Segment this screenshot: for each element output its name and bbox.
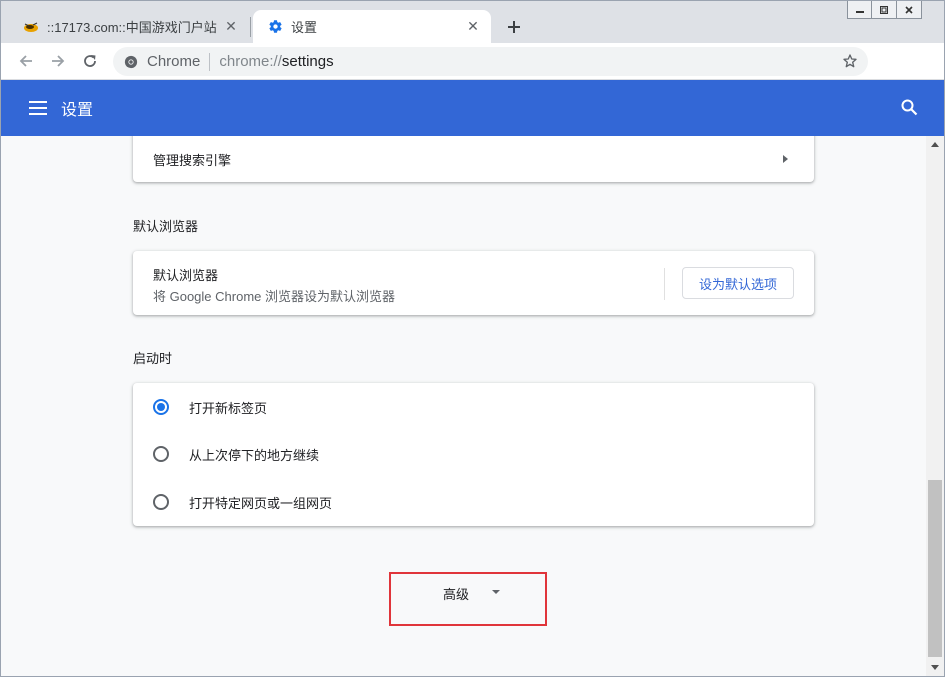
scroll-down-arrow-icon bbox=[931, 665, 939, 670]
tab-title: ::17173.com::中国游戏门户站 bbox=[47, 20, 217, 35]
minimize-icon bbox=[855, 10, 864, 13]
startup-option-continue[interactable]: 从上次停下的地方继续 bbox=[133, 430, 814, 478]
startup-option-specific-pages[interactable]: 打开特定网页或一组网页 bbox=[133, 478, 814, 526]
tab-17173[interactable]: ::17173.com::中国游戏门户站 ✕ bbox=[9, 10, 249, 43]
17173-logo-icon bbox=[23, 19, 39, 35]
chrome-logo-icon bbox=[124, 55, 138, 68]
scroll-down-button[interactable] bbox=[926, 659, 944, 676]
manage-search-engines-row[interactable]: 管理搜索引擎 bbox=[133, 136, 814, 182]
reload-icon bbox=[84, 55, 96, 67]
hamburger-menu-icon[interactable] bbox=[29, 98, 49, 118]
default-browser-label: 默认浏览器 bbox=[153, 268, 219, 283]
plus-icon bbox=[508, 21, 520, 33]
reload-button[interactable] bbox=[76, 47, 104, 75]
restore-button[interactable] bbox=[872, 1, 897, 19]
section-title-on-startup: 启动时 bbox=[133, 351, 173, 366]
forward-button[interactable] bbox=[44, 47, 72, 75]
tab-settings[interactable]: 设置 ✕ bbox=[253, 10, 491, 43]
url-path: settings bbox=[281, 53, 334, 70]
chip-divider bbox=[209, 52, 211, 71]
gear-icon bbox=[267, 19, 283, 35]
scrollbar-thumb[interactable] bbox=[928, 480, 942, 657]
bookmark-star-icon[interactable] bbox=[842, 53, 858, 73]
radio-button[interactable] bbox=[153, 446, 169, 462]
radio-label: 打开新标签页 bbox=[189, 400, 268, 416]
site-chip: Chrome bbox=[147, 53, 201, 70]
window-controls bbox=[847, 1, 922, 19]
arrow-right-icon bbox=[52, 55, 65, 67]
url-scheme: chrome:// bbox=[219, 53, 282, 70]
arrow-left-icon bbox=[19, 55, 32, 67]
caret-down-icon bbox=[492, 590, 500, 594]
radio-button-checked[interactable] bbox=[153, 399, 169, 415]
toolbar: Chrome chrome://settings bbox=[1, 43, 944, 112]
advanced-label: 高级 bbox=[443, 587, 470, 602]
section-title-default-browser: 默认浏览器 bbox=[133, 219, 199, 234]
close-icon bbox=[905, 5, 913, 14]
close-tab-icon[interactable]: ✕ bbox=[463, 17, 483, 37]
radio-label: 打开特定网页或一组网页 bbox=[189, 495, 333, 511]
row-label: 管理搜索引擎 bbox=[153, 152, 232, 168]
browser-window: ::17173.com::中国游戏门户站 ✕ 设置 ✕ Chrome chrom… bbox=[0, 0, 945, 677]
restore-icon bbox=[880, 5, 888, 14]
on-startup-card: 打开新标签页 从上次停下的地方继续 打开特定网页或一组网页 bbox=[133, 383, 814, 526]
page-title: 设置 bbox=[61, 102, 94, 119]
radio-button[interactable] bbox=[153, 494, 169, 510]
advanced-toggle-button[interactable]: 高级 bbox=[389, 572, 547, 626]
scroll-up-arrow-icon bbox=[931, 142, 939, 147]
settings-content: 管理搜索引擎 默认浏览器 默认浏览器 将 Google Chrome 浏览器设为… bbox=[1, 136, 926, 676]
new-tab-button[interactable] bbox=[501, 14, 527, 40]
vertical-scrollbar[interactable] bbox=[926, 136, 944, 676]
radio-label: 从上次停下的地方继续 bbox=[189, 447, 320, 463]
default-browser-card: 默认浏览器 将 Google Chrome 浏览器设为默认浏览器 设为默认选项 bbox=[133, 251, 814, 315]
search-engine-card: 管理搜索引擎 bbox=[133, 136, 814, 182]
tab-separator bbox=[250, 17, 251, 37]
close-window-button[interactable] bbox=[897, 1, 922, 19]
settings-header: 设置 bbox=[1, 80, 944, 136]
make-default-button[interactable]: 设为默认选项 bbox=[682, 267, 794, 299]
tab-strip: ::17173.com::中国游戏门户站 ✕ 设置 ✕ bbox=[1, 1, 944, 43]
back-button[interactable] bbox=[12, 47, 40, 75]
default-browser-description: 将 Google Chrome 浏览器设为默认浏览器 bbox=[153, 289, 395, 304]
search-icon[interactable] bbox=[901, 99, 918, 121]
scroll-up-button[interactable] bbox=[926, 136, 944, 153]
separator bbox=[664, 268, 665, 300]
minimize-button[interactable] bbox=[847, 1, 872, 19]
arrow-right-icon bbox=[783, 155, 788, 163]
close-tab-icon[interactable]: ✕ bbox=[221, 17, 241, 37]
address-bar[interactable]: Chrome chrome://settings bbox=[113, 47, 868, 76]
startup-option-new-tab[interactable]: 打开新标签页 bbox=[133, 383, 814, 431]
tab-title: 设置 bbox=[291, 20, 318, 35]
